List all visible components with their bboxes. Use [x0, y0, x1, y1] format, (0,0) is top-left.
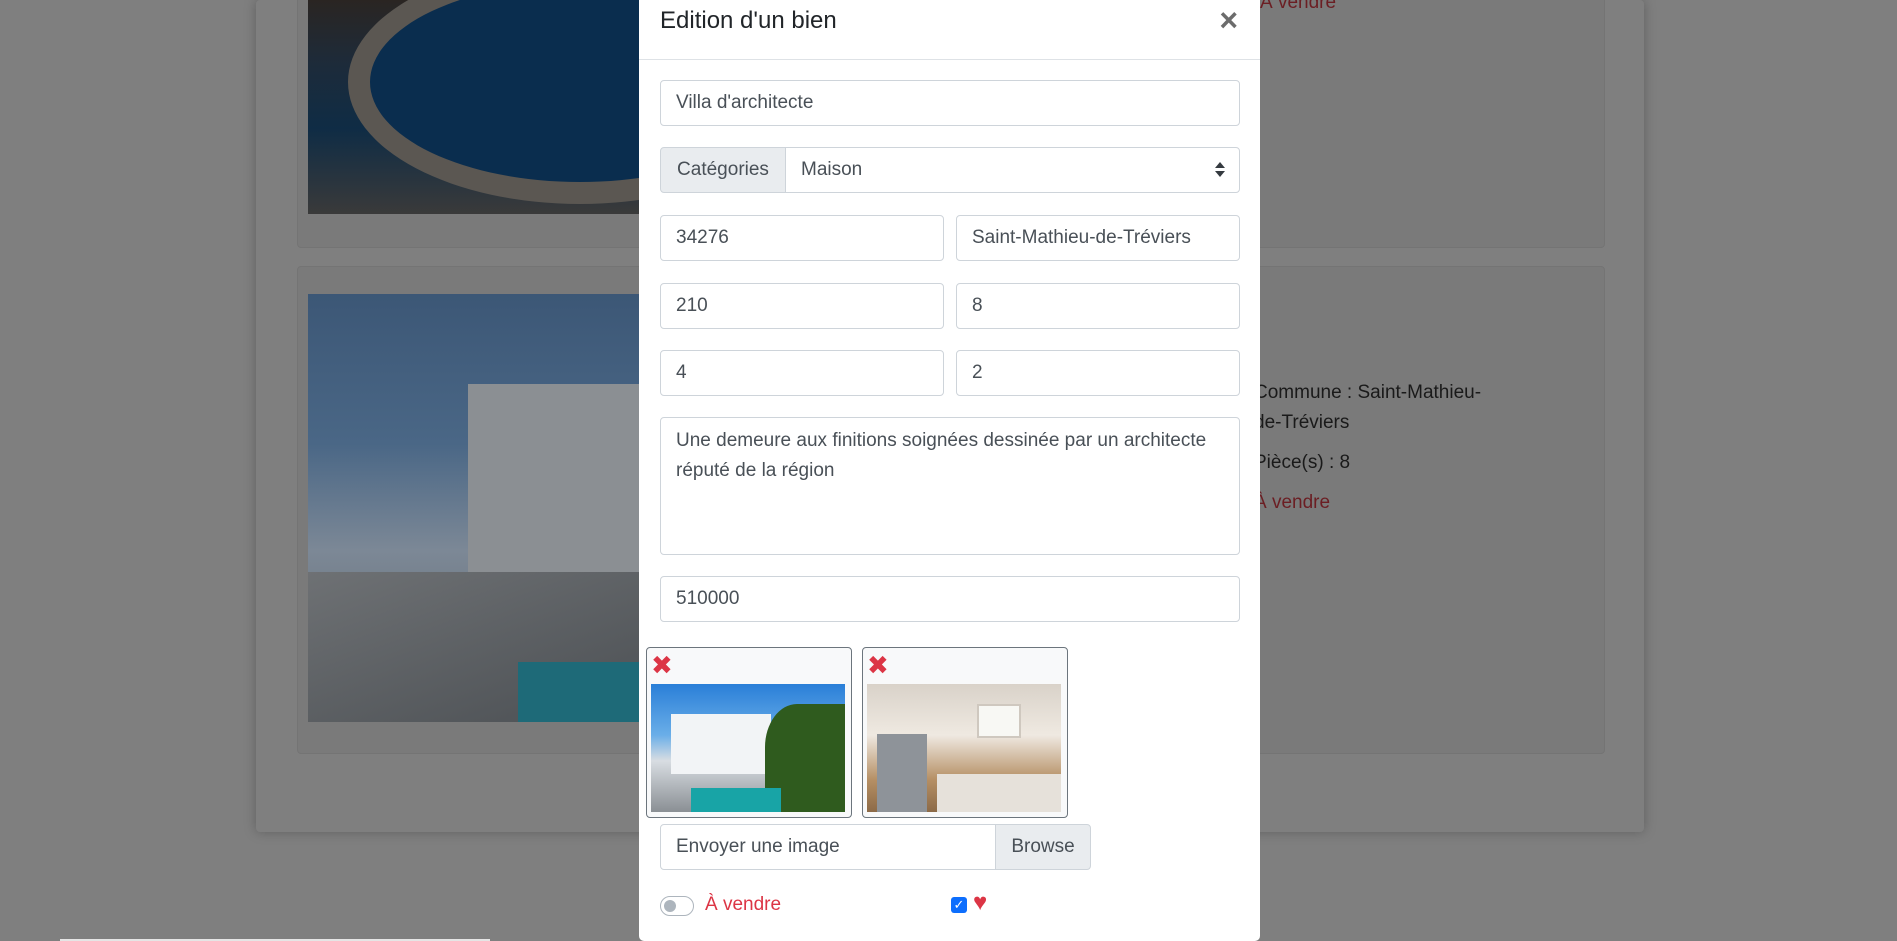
for-sale-toggle[interactable]	[660, 896, 694, 916]
select-arrows-icon	[1215, 162, 1225, 178]
heart-icon: ♥	[973, 889, 988, 916]
kitchen-photo	[867, 684, 1061, 812]
price-input[interactable]: 510000	[660, 576, 1240, 622]
favorite-checkbox[interactable]: ✓	[951, 897, 967, 913]
image-thumbnail: ✖	[646, 647, 852, 818]
category-select[interactable]: Maison	[785, 147, 1240, 193]
close-button[interactable]: ×	[1219, 4, 1238, 36]
toggle-knob	[664, 900, 676, 912]
image-thumbnail: ✖	[862, 647, 1068, 818]
background-commune-cont: de-Tréviers	[1254, 412, 1350, 433]
category-select-value: Maison	[801, 159, 863, 180]
bedrooms-input[interactable]: 4	[660, 350, 944, 396]
background-pieces: Pièce(s) : 8	[1254, 452, 1351, 473]
delete-icon[interactable]: ✖	[651, 650, 673, 680]
background-pool-photo	[308, 0, 658, 214]
surface-input[interactable]: 210	[660, 283, 944, 329]
name-input[interactable]: Villa d'architecte	[660, 80, 1240, 126]
background-house-photo	[308, 294, 658, 722]
category-label: Catégories	[660, 147, 786, 193]
postal-code-input[interactable]: 34276	[660, 215, 944, 261]
browse-button[interactable]: Browse	[995, 824, 1091, 870]
background-status: À vendre	[1254, 492, 1331, 513]
bathrooms-input[interactable]: 2	[956, 350, 1240, 396]
exterior-photo	[651, 684, 845, 812]
edit-property-modal: Edition d'un bien × Villa d'architecte C…	[639, 0, 1260, 941]
delete-icon[interactable]: ✖	[867, 650, 889, 680]
modal-header: Edition d'un bien ×	[639, 0, 1260, 60]
for-sale-label: À vendre	[705, 894, 782, 915]
city-input[interactable]: Saint-Mathieu-de-Tréviers	[956, 215, 1240, 261]
image-upload-input[interactable]: Envoyer une image	[660, 824, 996, 870]
modal-title: Edition d'un bien	[660, 7, 837, 34]
background-status: À vendre	[1260, 0, 1337, 13]
description-textarea[interactable]: Une demeure aux finitions soignées dessi…	[660, 417, 1240, 555]
background-commune: Commune : Saint-Mathieu-	[1254, 382, 1482, 403]
rooms-input[interactable]: 8	[956, 283, 1240, 329]
